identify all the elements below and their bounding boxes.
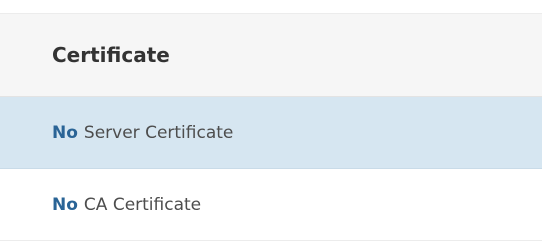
certificate-panel: Certificate No Server Certificate No CA … xyxy=(0,0,542,242)
list-item-ca-certificate[interactable]: No CA Certificate xyxy=(0,169,542,241)
column-header-label: Certificate xyxy=(52,43,170,67)
list-item-server-certificate[interactable]: No Server Certificate xyxy=(0,97,542,169)
column-header-certificate: Certificate xyxy=(0,13,542,97)
top-spacer xyxy=(0,0,542,13)
server-certificate-count[interactable]: No xyxy=(52,123,78,143)
ca-certificate-count[interactable]: No xyxy=(52,195,78,215)
ca-certificate-label: CA Certificate xyxy=(83,194,202,215)
server-certificate-label: Server Certificate xyxy=(83,122,234,143)
